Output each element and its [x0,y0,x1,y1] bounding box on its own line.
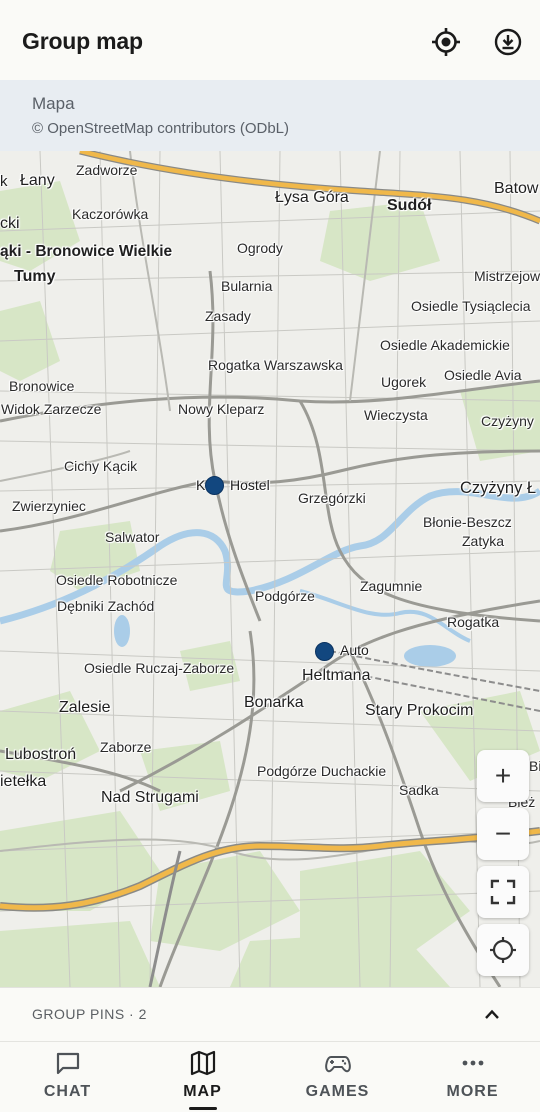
place-label: Sudół [387,197,432,214]
attribution-title: Mapa [32,94,75,113]
place-label: k [0,173,8,190]
place-label: Ugorek [381,374,427,390]
place-label: Podgórze [255,588,315,604]
crosshair-icon [432,28,460,56]
nav-item-chat[interactable]: CHAT [0,1041,135,1112]
place-label: Bularnia [221,278,273,294]
nav-label: MORE [446,1083,499,1100]
place-label: Salwator [105,529,160,545]
place-label: Osiedle Tysiąclecia [411,298,531,314]
place-label: Zasady [205,308,251,324]
place-label: Osiedle Robotnicze [56,572,178,588]
place-label: Błonie-Beszcz [423,514,512,530]
place-label: Nowy Kleparz [178,401,265,417]
place-label: Dębniki Zachód [57,598,155,614]
place-label: Batow [494,180,539,197]
map-pin-label: Hostel [230,477,270,493]
place-label: Podgórze Duchackie [257,763,387,779]
map-pin[interactable] [315,642,334,661]
place-label: Łany [20,172,55,189]
map-icon [190,1050,215,1076]
place-label: Bie [529,758,540,774]
place-label: Lubostroń [5,746,77,763]
zoom-out-icon: − [494,818,512,849]
place-label: Rogatka Warszawska [208,357,343,373]
place-label: Grzegórzki [298,490,366,506]
fullscreen-icon [490,879,516,905]
map-pin-label: K [196,477,206,493]
place-label: Tumy [14,268,56,285]
chevron-up-icon[interactable] [481,1003,503,1025]
place-label: Wieczysta [364,407,428,423]
zoom-in-button[interactable]: + [477,750,529,802]
active-indicator [188,1107,217,1110]
more-icon [462,1060,483,1066]
place-label: ietełka [0,773,47,790]
map-pin[interactable] [205,476,224,495]
place-label: Stary Prokocim [365,702,474,719]
fullscreen-button[interactable] [477,866,529,918]
place-label: Bonarka [244,694,304,711]
place-label: Zadworze [76,162,138,178]
download-icon [494,28,522,56]
map-view[interactable]: Zadworze k Łany Łysa Góra Sudół Batow Ka… [0,151,540,987]
page-title: Group map [22,28,143,54]
nav-label: MAP [183,1083,222,1100]
nav-label: CHAT [43,1083,92,1100]
place-label: Czyżyny [481,413,534,429]
download-button[interactable] [492,26,524,58]
zoom-in-icon: + [494,760,512,791]
place-label: Osiedle Akademickie [380,337,510,353]
place-label: Łysa Góra [275,189,349,206]
place-label: cki [0,215,20,232]
attribution-credit[interactable]: © OpenStreetMap contributors (ODbL) [32,120,289,137]
group-pins-label: GROUP PINS · 2 [32,1006,147,1022]
place-label: Ogrody [237,240,283,256]
place-label: Nad Strugami [101,789,199,806]
place-label: Mistrzejow [474,268,540,284]
zoom-out-button[interactable]: − [477,808,529,860]
place-label: Zatyka [462,533,505,549]
place-label: Kaczorówka [72,206,149,222]
locate-button[interactable] [430,26,462,58]
place-label: Bronowice [9,378,75,394]
place-label: Zalesie [59,699,111,716]
gamepad-icon [324,1056,351,1073]
place-label: Heltmana [302,667,371,684]
map-attribution [0,80,540,151]
map-pin-label: Auto [340,642,369,658]
nav-item-more[interactable]: MORE [405,1041,540,1112]
recenter-button[interactable] [477,924,529,976]
place-label: Zagumnie [360,578,423,594]
chat-icon [56,1052,79,1075]
place-label: Osiedle Avia [444,367,522,383]
place-label: Widok Zarzecze [1,401,102,417]
nav-item-map[interactable]: MAP [135,1041,270,1112]
place-label: Rogatka [447,614,500,630]
place-label: Zwierzyniec [12,498,86,514]
place-label: Cichy Kącik [64,458,138,474]
place-label: Sadka [399,782,439,798]
place-label: Zaborze [100,739,152,755]
nav-label: GAMES [305,1083,370,1100]
nav-item-games[interactable]: GAMES [270,1041,405,1112]
place-label: ąki - Bronowice Wielkie [0,243,173,260]
recenter-icon [490,937,516,963]
place-label: Czyżyny Ł [460,479,537,497]
place-label: Osiedle Ruczaj-Zaborze [84,660,235,676]
map-base-layer [0,151,540,987]
